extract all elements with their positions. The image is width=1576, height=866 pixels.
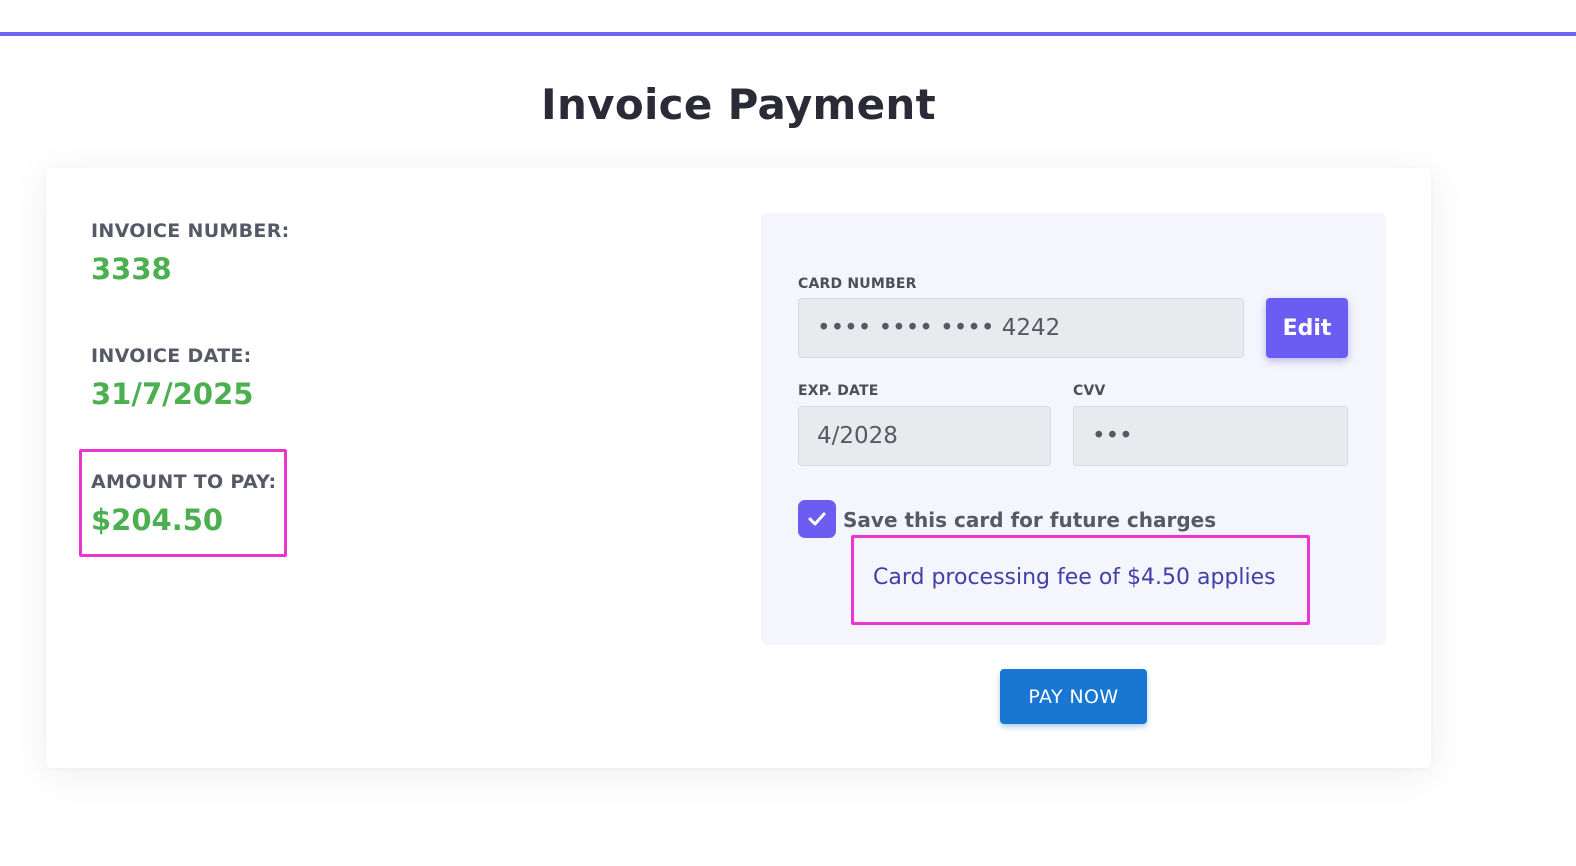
processing-fee-text: Card processing fee of $4.50 applies [873, 565, 1276, 590]
invoice-date-label: INVOICE DATE: [91, 345, 252, 367]
cvv-label: CVV [1073, 383, 1106, 399]
card-number-value: •••• •••• •••• 4242 [817, 315, 1061, 341]
invoice-number-block: INVOICE NUMBER: 3338 [91, 220, 290, 286]
page-title: Invoice Payment [541, 80, 936, 129]
card-number-label: CARD NUMBER [798, 276, 917, 292]
cvv-value: ••• [1092, 423, 1133, 449]
exp-date-label: EXP. DATE [798, 383, 879, 399]
payment-panel: CARD NUMBER •••• •••• •••• 4242 Edit EXP… [761, 213, 1386, 645]
cvv-input[interactable]: ••• [1073, 406, 1348, 466]
top-accent-bar [0, 32, 1576, 36]
invoice-card: INVOICE NUMBER: 3338 INVOICE DATE: 31/7/… [46, 168, 1431, 768]
exp-date-value: 4/2028 [817, 423, 898, 449]
save-card-label[interactable]: Save this card for future charges [843, 508, 1216, 532]
invoice-number-label: INVOICE NUMBER: [91, 220, 290, 242]
invoice-date-value: 31/7/2025 [91, 377, 254, 411]
amount-highlight-box [79, 449, 287, 557]
card-number-input[interactable]: •••• •••• •••• 4242 [798, 298, 1244, 358]
pay-now-button[interactable]: PAY NOW [1000, 669, 1147, 724]
save-card-checkbox[interactable] [798, 500, 836, 538]
exp-date-input[interactable]: 4/2028 [798, 406, 1051, 466]
invoice-date-block: INVOICE DATE: 31/7/2025 [91, 345, 253, 411]
checkmark-icon [808, 512, 826, 526]
invoice-number-value: 3338 [91, 252, 172, 286]
edit-card-button[interactable]: Edit [1266, 298, 1348, 358]
